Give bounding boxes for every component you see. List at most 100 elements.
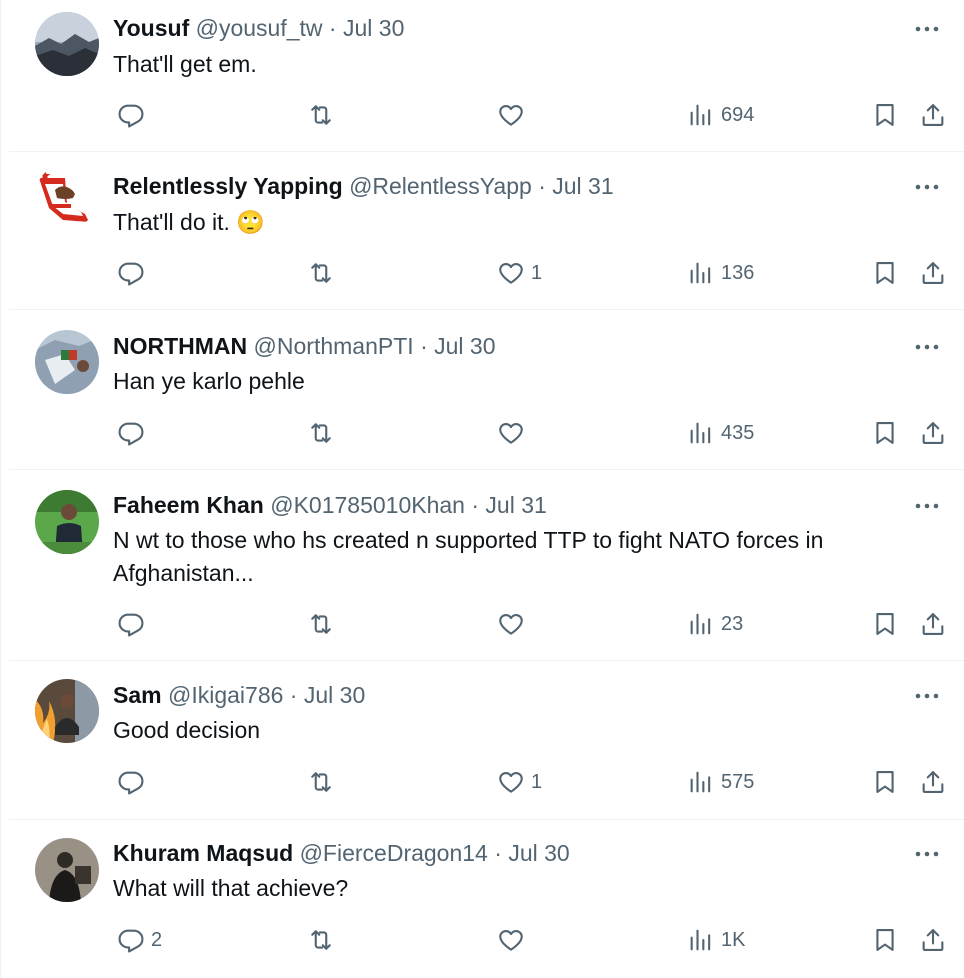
tweet[interactable]: Relentlessly Yapping @RelentlessYapp · J… — [9, 152, 964, 310]
tweet[interactable]: Sam @Ikigai786 · Jul 30 Good decision 1 — [9, 661, 964, 820]
bookmark-button[interactable] — [871, 604, 899, 644]
like-button[interactable]: 1 — [497, 253, 542, 293]
share-button[interactable] — [919, 413, 947, 453]
display-name[interactable]: NORTHMAN — [113, 333, 247, 359]
tweet-text-body: That'll get em. — [113, 51, 257, 77]
avatar[interactable] — [35, 330, 99, 394]
views-button[interactable]: 136 — [687, 253, 754, 293]
views-icon — [690, 771, 711, 793]
retweet-button[interactable] — [307, 95, 335, 135]
share-button[interactable] — [919, 253, 947, 293]
views-button[interactable]: 575 — [687, 762, 754, 802]
view-count: 23 — [721, 612, 744, 635]
bookmark-icon — [876, 613, 894, 635]
share-button[interactable] — [919, 604, 947, 644]
view-count: 694 — [721, 103, 755, 126]
like-button[interactable] — [497, 413, 531, 453]
share-icon — [922, 929, 944, 951]
view-count: 1K — [721, 928, 746, 951]
tweet[interactable]: Khuram Maqsud @FierceDragon14 · Jul 30 W… — [9, 820, 964, 978]
retweet-button[interactable] — [307, 920, 335, 960]
share-button[interactable] — [919, 762, 947, 802]
bookmark-button[interactable] — [871, 95, 899, 135]
views-icon — [690, 929, 711, 951]
display-name[interactable]: Relentlessly Yapping — [113, 173, 343, 199]
avatar[interactable] — [35, 12, 99, 76]
display-name[interactable]: Khuram Maqsud — [113, 840, 293, 866]
views-button[interactable]: 1K — [687, 920, 745, 960]
reply-button[interactable] — [117, 604, 151, 644]
retweet-button[interactable] — [307, 253, 335, 293]
reply-button[interactable] — [117, 95, 151, 135]
user-handle[interactable]: @FierceDragon14 — [300, 840, 488, 866]
bookmark-button[interactable] — [871, 253, 899, 293]
display-name[interactable]: Sam — [113, 682, 162, 708]
reply-button[interactable] — [117, 413, 151, 453]
user-handle[interactable]: @K01785010Khan — [270, 492, 465, 518]
tweet-text-body: N wt to those who hs created n supported… — [113, 527, 824, 586]
user-handle[interactable]: @RelentlessYapp — [349, 173, 532, 199]
tweet[interactable]: NORTHMAN @NorthmanPTI · Jul 30 Han ye ka… — [9, 310, 964, 470]
tweet-date[interactable]: Jul 30 — [508, 840, 569, 866]
bookmark-button[interactable] — [871, 413, 899, 453]
tweet-date[interactable]: Jul 31 — [485, 492, 546, 518]
retweet-button[interactable] — [307, 604, 335, 644]
more-icon[interactable] — [912, 178, 942, 196]
share-button[interactable] — [919, 95, 947, 135]
tweet-header: Sam @Ikigai786 · Jul 30 — [113, 680, 365, 710]
retweet-icon — [311, 930, 331, 950]
tweet-text-body: What will that achieve? — [113, 875, 349, 901]
like-button[interactable] — [497, 95, 531, 135]
more-icon[interactable] — [912, 845, 942, 863]
tweet-date[interactable]: Jul 30 — [434, 333, 495, 359]
tweet-text-body: That'll do it. — [113, 209, 230, 235]
tweet-header: Khuram Maqsud @FierceDragon14 · Jul 30 — [113, 838, 570, 868]
retweet-icon — [311, 772, 331, 792]
reply-button[interactable]: 2 — [117, 920, 162, 960]
tweet-date[interactable]: Jul 31 — [552, 173, 613, 199]
avatar[interactable] — [35, 490, 99, 554]
tweet-actions: 1 575 — [105, 762, 964, 802]
avatar[interactable] — [35, 679, 99, 743]
more-icon[interactable] — [912, 687, 942, 705]
tweet-text: N wt to those who hs created n supported… — [113, 524, 893, 590]
tweet-date[interactable]: Jul 30 — [343, 15, 404, 41]
like-button[interactable] — [497, 604, 531, 644]
share-button[interactable] — [919, 920, 947, 960]
reply-icon — [118, 422, 144, 446]
like-button[interactable]: 1 — [497, 762, 542, 802]
reply-button[interactable] — [117, 762, 151, 802]
tweet[interactable]: Faheem Khan @K01785010Khan · Jul 31 N wt… — [9, 470, 964, 661]
reply-button[interactable] — [117, 253, 151, 293]
retweet-button[interactable] — [307, 413, 335, 453]
views-icon — [690, 422, 711, 444]
more-icon[interactable] — [912, 497, 942, 515]
user-handle[interactable]: @NorthmanPTI — [254, 333, 414, 359]
retweet-icon — [311, 105, 331, 125]
tweet-text: What will that achieve? — [113, 872, 893, 905]
reply-icon — [118, 771, 144, 795]
tweet-actions: 1 136 — [105, 253, 964, 293]
display-name[interactable]: Yousuf — [113, 15, 189, 41]
tweet-header: Faheem Khan @K01785010Khan · Jul 31 — [113, 490, 547, 520]
like-button[interactable] — [497, 920, 531, 960]
views-button[interactable]: 23 — [687, 604, 743, 644]
eye-roll-emoji: 🙄 — [236, 209, 265, 235]
display-name[interactable]: Faheem Khan — [113, 492, 264, 518]
bookmark-icon — [876, 929, 894, 951]
views-button[interactable]: 435 — [687, 413, 754, 453]
user-handle[interactable]: @yousuf_tw — [196, 15, 323, 41]
avatar[interactable] — [35, 838, 99, 902]
more-icon[interactable] — [912, 338, 942, 356]
avatar[interactable] — [35, 164, 99, 228]
tweet[interactable]: Yousuf @yousuf_tw · Jul 30 That'll get e… — [9, 0, 964, 152]
user-handle[interactable]: @Ikigai786 — [168, 682, 283, 708]
retweet-button[interactable] — [307, 762, 335, 802]
more-icon[interactable] — [912, 20, 942, 38]
bookmark-button[interactable] — [871, 762, 899, 802]
views-button[interactable]: 694 — [687, 95, 754, 135]
tweet-text: That'll get em. — [113, 48, 893, 81]
bookmark-button[interactable] — [871, 920, 899, 960]
bookmark-icon — [876, 104, 894, 126]
tweet-date[interactable]: Jul 30 — [304, 682, 365, 708]
